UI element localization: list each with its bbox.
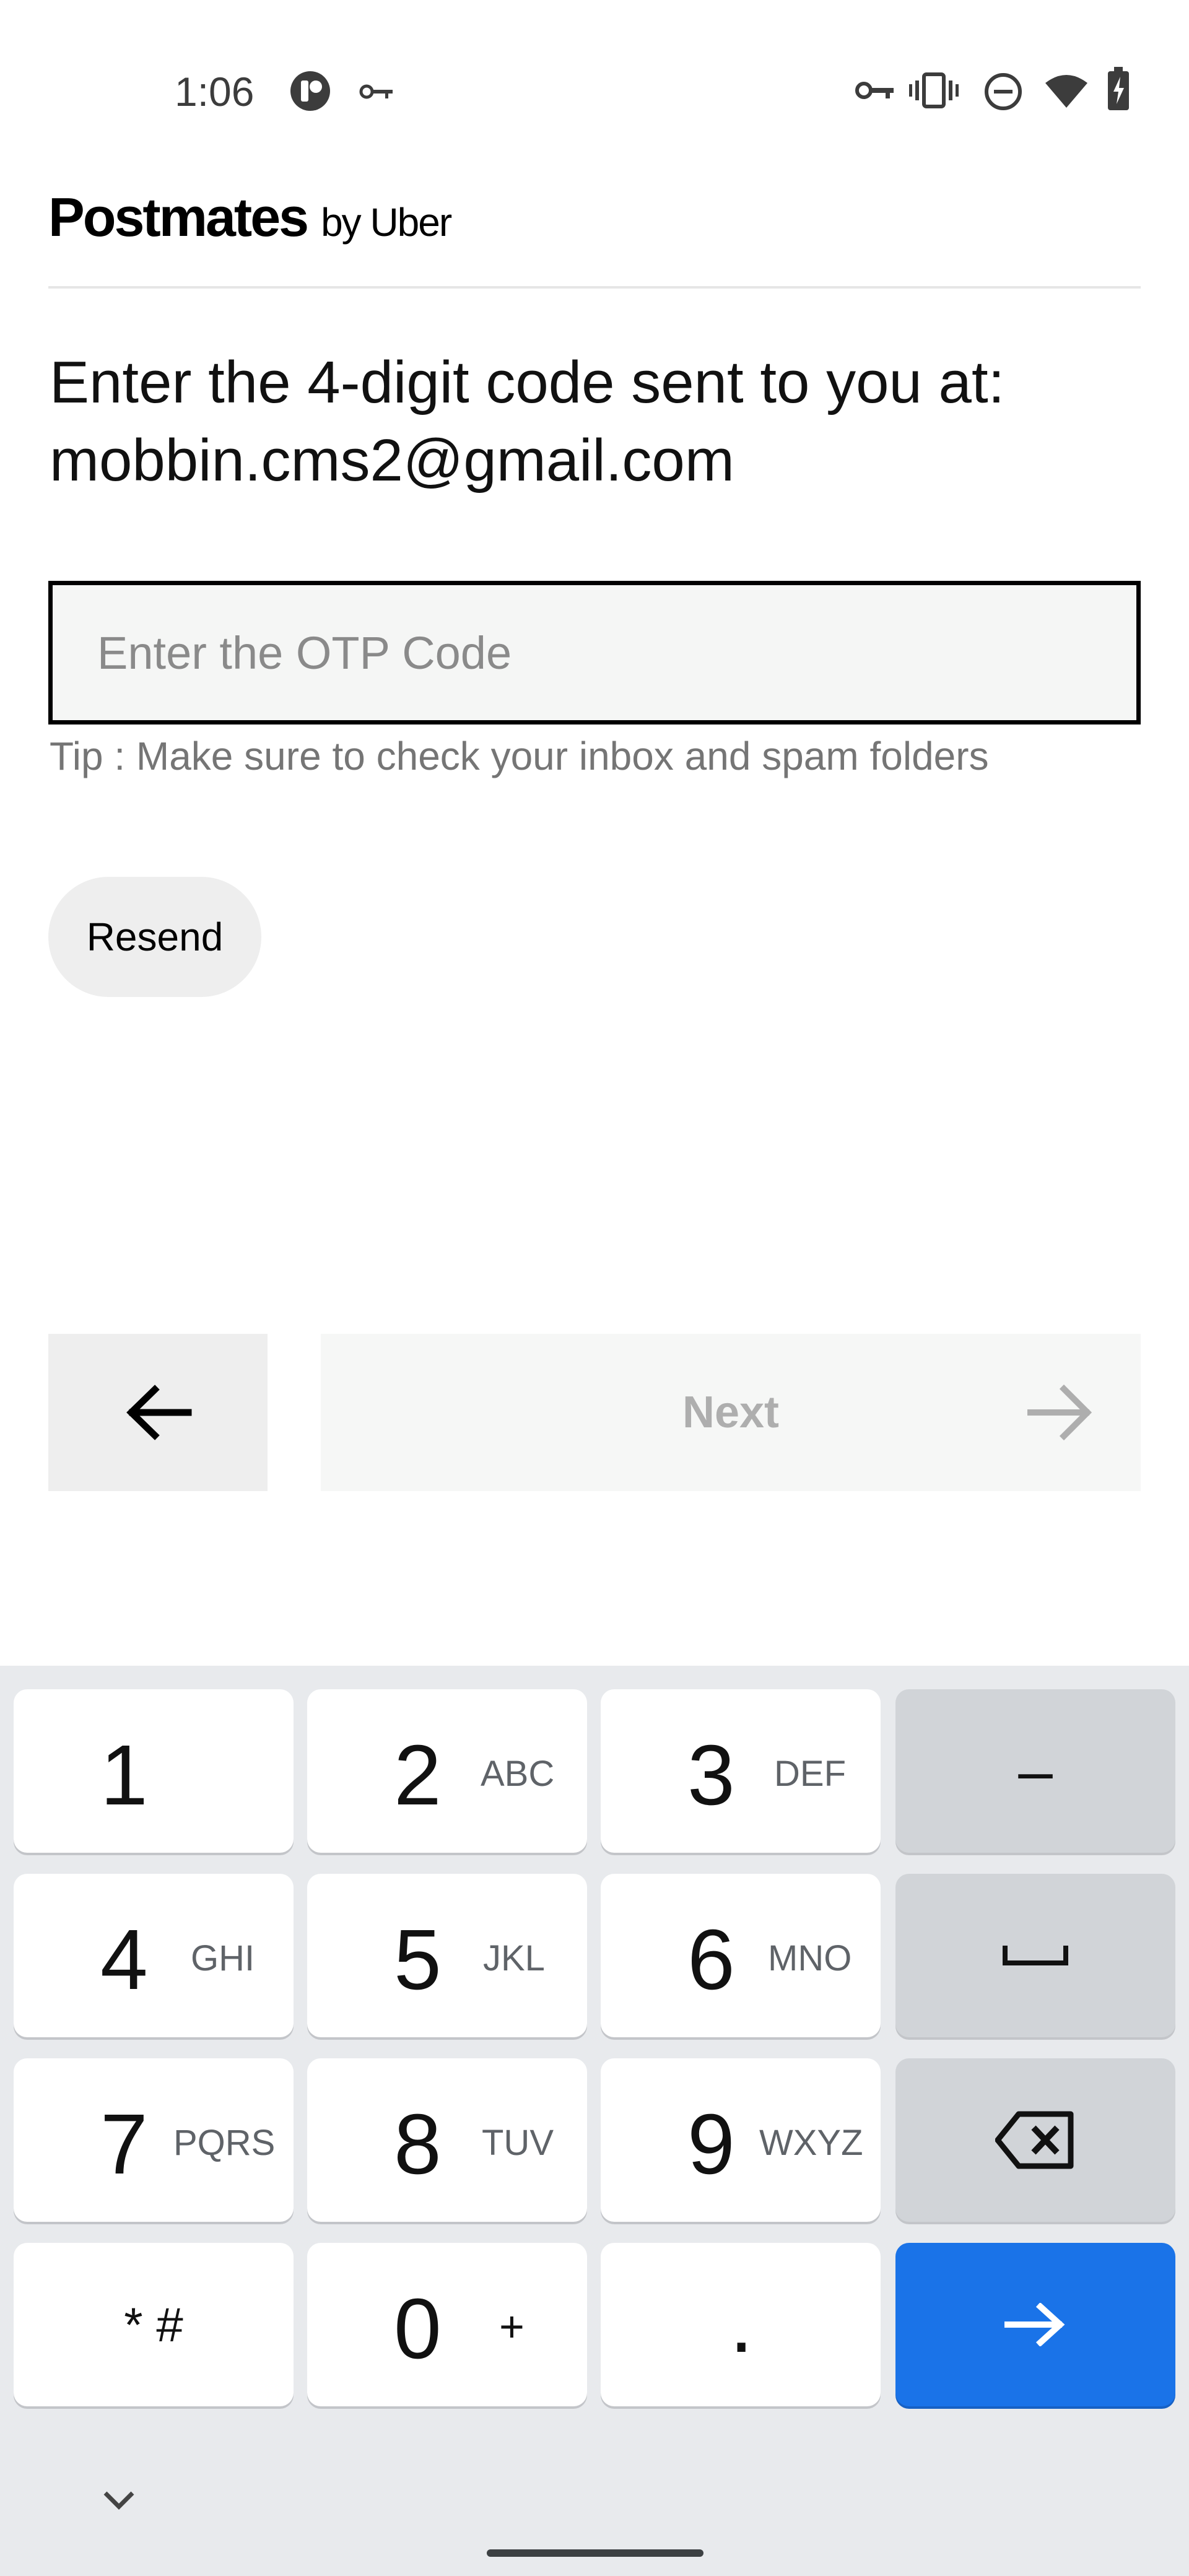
arrow-right-icon <box>1027 1384 1092 1441</box>
key-4[interactable]: 4 GHI <box>14 1874 294 2037</box>
otp-field[interactable] <box>48 581 1141 724</box>
key-letters: MNO <box>768 1938 852 1978</box>
key-dash[interactable]: – <box>895 1689 1175 1853</box>
key-letters: + <box>499 2302 525 2351</box>
key-number: 5 <box>394 1912 442 2008</box>
key-number: 8 <box>394 2097 442 2192</box>
chevron-down-icon[interactable] <box>102 2489 136 2512</box>
brand-logo: Postmates by Uber <box>48 186 452 254</box>
vpn-key-icon <box>359 84 393 99</box>
header-divider <box>48 286 1141 289</box>
numeric-keyboard: 1 2 ABC 3 DEF – 4 GHI 5 JKL 6 MNO 7 PQRS… <box>0 1666 1189 2576</box>
space-bar-icon <box>1003 1946 1068 1965</box>
next-label: Next <box>682 1388 780 1437</box>
vibrate-icon <box>909 72 959 108</box>
key-8[interactable]: 8 TUV <box>307 2058 587 2222</box>
key-number: 6 <box>687 1912 735 2008</box>
key-3[interactable]: 3 DEF <box>601 1689 881 1853</box>
key-number: 1 <box>100 1728 148 1823</box>
wifi-icon <box>1045 75 1087 108</box>
symbols-label: * # <box>124 2297 183 2352</box>
dot-label: . <box>730 2275 754 2370</box>
key-number: 7 <box>100 2097 148 2192</box>
arrow-right-icon <box>1004 2303 1065 2346</box>
key-space[interactable] <box>895 1874 1175 2037</box>
back-button[interactable] <box>48 1334 268 1491</box>
battery-charging-icon <box>1108 67 1129 110</box>
otp-input[interactable] <box>97 585 1088 720</box>
key-1[interactable]: 1 <box>14 1689 294 1853</box>
prompt-text: Enter the 4-digit code sent to you at: <box>50 349 1005 416</box>
key-letters: PQRS <box>173 2123 276 2163</box>
prompt-email: mobbin.cms2@gmail.com <box>50 427 734 494</box>
vpn-key-icon <box>855 82 894 99</box>
brand-suffix: by Uber <box>321 200 452 245</box>
key-dot[interactable]: . <box>601 2243 881 2406</box>
key-0[interactable]: 0 + <box>307 2243 587 2406</box>
arrow-left-icon <box>126 1385 192 1440</box>
key-6[interactable]: 6 MNO <box>601 1874 881 2037</box>
key-letters: TUV <box>482 2123 554 2163</box>
key-number: 3 <box>687 1728 735 1823</box>
resend-button[interactable]: Resend <box>48 877 261 997</box>
dash-symbol: – <box>1018 1736 1053 1806</box>
key-number: 0 <box>394 2281 442 2377</box>
key-7[interactable]: 7 PQRS <box>14 2058 294 2222</box>
key-letters: GHI <box>191 1938 255 1978</box>
next-button[interactable]: Next <box>321 1334 1141 1491</box>
key-number: 4 <box>100 1912 148 2008</box>
key-letters: DEF <box>774 1754 846 1794</box>
key-5[interactable]: 5 JKL <box>307 1874 587 2037</box>
key-letters: JKL <box>483 1938 545 1978</box>
status-time: 1:06 <box>175 69 255 115</box>
resend-label: Resend <box>86 915 224 959</box>
home-indicator[interactable] <box>487 2549 703 2557</box>
otp-prompt: Enter the 4-digit code sent to you at: m… <box>50 344 1152 500</box>
key-letters: WXYZ <box>759 2123 863 2163</box>
key-symbols[interactable]: * # <box>14 2243 294 2406</box>
key-enter[interactable] <box>895 2243 1175 2406</box>
backspace-icon <box>995 2111 1074 2169</box>
key-number: 9 <box>687 2097 735 2192</box>
key-backspace[interactable] <box>895 2058 1175 2222</box>
key-letters: ABC <box>481 1754 555 1794</box>
do-not-disturb-icon <box>985 73 1022 110</box>
tip-text: Tip : Make sure to check your inbox and … <box>50 734 989 778</box>
key-number: 2 <box>394 1728 442 1823</box>
key-2[interactable]: 2 ABC <box>307 1689 587 1853</box>
app-badge-icon <box>290 71 330 111</box>
key-9[interactable]: 9 WXYZ <box>601 2058 881 2222</box>
brand-name: Postmates <box>48 186 309 248</box>
